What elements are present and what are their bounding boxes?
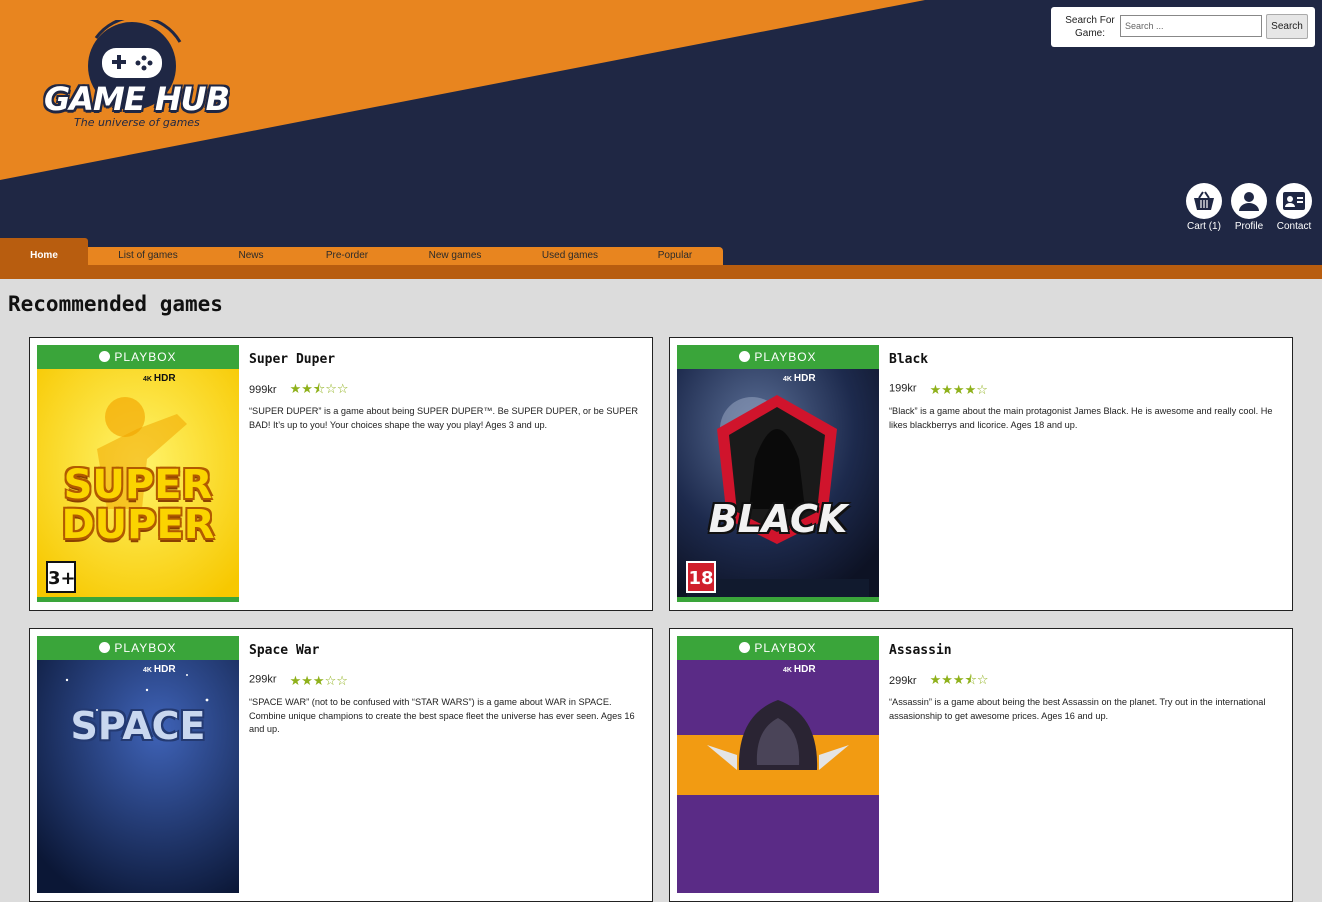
site-header: GAME HUB The universe of games Search Fo… <box>0 0 1322 238</box>
star-icons: ★★★☆☆ <box>289 674 348 689</box>
age-rating-badge: 3+ <box>46 561 76 593</box>
game-title[interactable]: Assassin <box>889 643 952 658</box>
game-cover[interactable]: PLAYBOX 4K HDR SPACE <box>37 636 239 893</box>
game-card[interactable]: PLAYBOX 4K HDR SPACE Space War 299kr ★★★… <box>29 628 653 902</box>
cover-bottom-stripe <box>677 597 879 602</box>
search-label: Search For Game: <box>1065 15 1115 39</box>
game-card[interactable]: PLAYBOX 4K HDR BLACK 18 Black 199kr ★★★★… <box>669 337 1293 611</box>
basket-icon <box>1194 191 1214 210</box>
nav-tab-news[interactable]: News <box>212 247 290 265</box>
playbox-header: PLAYBOX <box>677 636 879 660</box>
game-price: 299kr <box>889 675 917 687</box>
cover-title-text: SUPER DUPER <box>61 462 215 548</box>
playbox-header: PLAYBOX <box>677 345 879 369</box>
search-input[interactable] <box>1120 15 1262 37</box>
game-title[interactable]: Black <box>889 352 928 367</box>
nav-underline <box>0 265 1322 279</box>
brand-name: GAME HUB <box>44 80 230 118</box>
nav-tab-used-games[interactable]: Used games <box>526 247 614 265</box>
contact-card-icon <box>1283 192 1305 210</box>
game-cover[interactable]: PLAYBOX 4K HDR BLACK 18 <box>677 345 879 602</box>
nav-tab-new-games[interactable]: New games <box>412 247 498 265</box>
cover-badges: 4K HDR <box>783 373 816 384</box>
cart-button[interactable]: Cart (1) <box>1181 183 1227 232</box>
game-price: 999kr <box>249 384 277 396</box>
price-rating-row: 299kr ★★★⯪☆ <box>889 669 990 688</box>
star-rating: ★★★⯪☆ <box>930 669 990 693</box>
game-title[interactable]: Super Duper <box>249 352 335 367</box>
playbox-logo-icon <box>739 642 751 653</box>
game-description: “Black” is a game about the main protago… <box>889 406 1273 430</box>
star-icons: ★★⯪☆☆ <box>289 382 349 397</box>
game-price: 199kr <box>889 382 917 395</box>
profile-label: Profile <box>1234 221 1264 232</box>
playbox-header: PLAYBOX <box>37 636 239 660</box>
main-navigation: Home List of games News Pre-order New ga… <box>0 238 723 265</box>
search-button[interactable]: Search <box>1266 14 1308 39</box>
cover-badges: 4K HDR <box>143 373 176 384</box>
playbox-logo-icon <box>739 351 751 362</box>
contact-button[interactable]: Contact <box>1271 183 1317 232</box>
price-rating-row: 299kr ★★★☆☆ <box>249 669 349 690</box>
person-icon <box>1239 192 1259 211</box>
cover-title-text: BLACK <box>708 497 848 541</box>
cover-badges: 4K HDR <box>783 664 816 675</box>
price-rating-row: 999kr ★★⯪☆☆ <box>249 378 350 397</box>
nav-tab-home[interactable]: Home <box>0 238 88 265</box>
playbox-logo-icon <box>99 642 111 653</box>
age-rating-badge: 18 <box>686 561 716 593</box>
game-title[interactable]: Space War <box>249 643 319 658</box>
star-icons: ★★★⯪☆ <box>929 673 989 688</box>
game-cover[interactable]: PLAYBOX 4K HDR <box>677 636 879 893</box>
game-card[interactable]: PLAYBOX 4K HDR Assassin 299kr ★★★⯪☆ “Ass… <box>669 628 1293 902</box>
game-price: 299kr <box>249 673 277 686</box>
game-description: “SUPER DUPER” is a game about being SUPE… <box>249 406 639 430</box>
nav-tab-popular[interactable]: Popular <box>636 247 714 265</box>
playbox-logo-icon <box>99 351 111 362</box>
game-cover[interactable]: PLAYBOX 4K HDR SUPER DUPER 3+ <box>37 345 239 602</box>
cart-label: Cart (1) <box>1187 221 1221 232</box>
game-description: “Assassin” is a game about being the bes… <box>889 697 1266 721</box>
search-form: Search For Game: Search <box>1051 7 1315 47</box>
star-rating: ★★★☆☆ <box>290 670 349 689</box>
nav-tab-list-of-games[interactable]: List of games <box>104 247 192 265</box>
star-rating: ★★⯪☆☆ <box>290 378 350 402</box>
playbox-header: PLAYBOX <box>37 345 239 369</box>
price-rating-row: 199kr ★★★★☆ <box>889 378 989 399</box>
cover-art-space-war <box>37 660 239 893</box>
star-icons: ★★★★☆ <box>929 383 988 398</box>
cover-art-assassin <box>677 660 879 893</box>
site-logo[interactable]: GAME HUB The universe of games <box>40 15 230 135</box>
star-rating: ★★★★☆ <box>930 379 989 398</box>
brand-tagline: The universe of games <box>74 116 200 129</box>
profile-button[interactable]: Profile <box>1226 183 1272 232</box>
game-description: “SPACE WAR” (not to be confused with “ST… <box>249 697 635 734</box>
cover-bottom-stripe <box>37 597 239 602</box>
game-card[interactable]: PLAYBOX 4K HDR SUPER DUPER 3+ Super Dupe… <box>29 337 653 611</box>
cover-title-text: SPACE <box>70 704 206 748</box>
section-title: Recommended games <box>8 292 223 316</box>
contact-label: Contact <box>1276 221 1312 232</box>
cover-badges: 4K HDR <box>143 664 176 675</box>
nav-tab-pre-order[interactable]: Pre-order <box>306 247 388 265</box>
